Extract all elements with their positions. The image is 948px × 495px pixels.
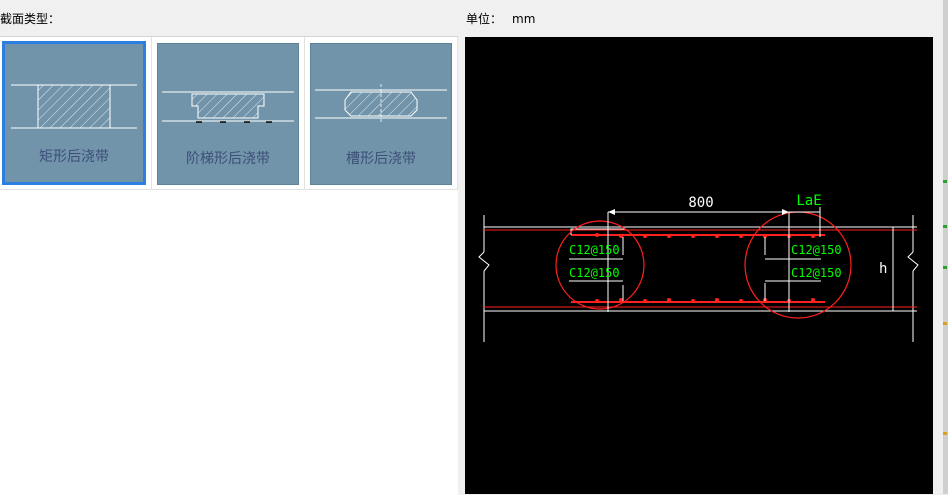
edge-mark-orange [943,322,947,325]
groove-thumbnail-icon: 槽形后浇带 [310,43,452,185]
section-type-label-groove: 槽形后浇带 [346,151,416,167]
section-type-label: 截面类型： [0,12,61,26]
window-edge-strip [943,0,948,494]
section-preview-canvas: 800 LaE h C12@150 C12@150 C12@150 C12@15… [465,37,933,494]
edge-mark-green [943,180,947,183]
edge-mark-green [943,225,947,228]
unit-label-text: 单位： [466,12,503,26]
edge-mark-orange [943,432,947,435]
section-type-label-rectangular: 矩形后浇带 [39,149,109,165]
section-type-label-stepped: 阶梯形后浇带 [186,151,270,167]
unit-value: mm [512,12,536,26]
dimension-width-label: 800 [688,195,713,211]
section-type-stepped[interactable]: 阶梯形后浇带 [153,37,305,189]
rebar-label-left-bottom: C12@150 [569,266,620,280]
stepped-thumbnail-icon: 阶梯形后浇带 [157,43,299,185]
rebar-label-left-top: C12@150 [569,243,620,257]
edge-mark-green [943,266,947,269]
rebar-label-right-top: C12@150 [791,243,842,257]
anchor-length-label: LaE [796,193,821,209]
rectangular-thumbnail-icon: 矩形后浇带 [2,41,146,185]
rebar-label-right-bottom: C12@150 [791,266,842,280]
section-type-row: 矩形后浇带 阶梯形后浇带 槽形后浇带 [0,37,458,190]
height-label: h [879,261,887,277]
section-type-groove[interactable]: 槽形后浇带 [306,37,458,189]
section-type-rectangular[interactable]: 矩形后浇带 [0,37,152,189]
section-type-list: 矩形后浇带 阶梯形后浇带 槽形后浇带 [0,36,458,495]
unit-label: 单位： mm [466,10,535,27]
